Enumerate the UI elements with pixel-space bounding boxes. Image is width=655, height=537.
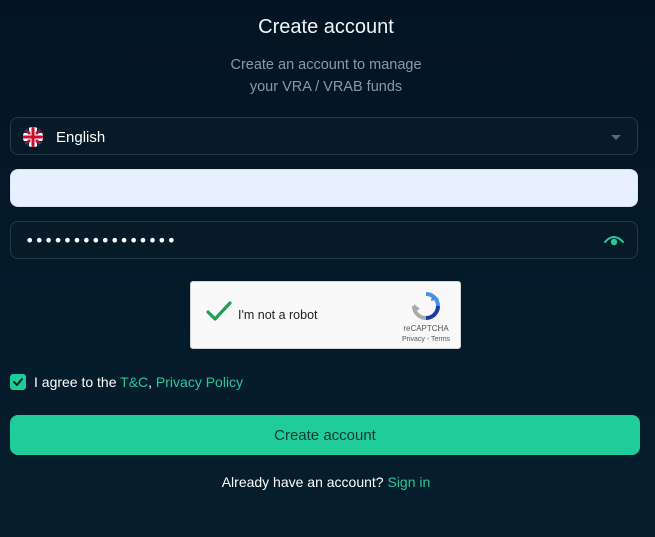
language-label: English bbox=[56, 129, 106, 146]
recaptcha-links[interactable]: Privacy - Terms bbox=[389, 336, 463, 343]
check-icon bbox=[13, 378, 23, 386]
language-select[interactable]: English bbox=[10, 117, 638, 155]
sign-in-link[interactable]: Sign in bbox=[387, 474, 430, 490]
create-account-page: Create account Create an account to mana… bbox=[0, 0, 655, 537]
signin-row: Already have an account? Sign in bbox=[0, 474, 652, 490]
page-title: Create account bbox=[258, 16, 394, 38]
create-account-button[interactable]: Create account bbox=[10, 415, 640, 455]
subtitle-line-1: Create an account to manage bbox=[230, 57, 422, 73]
chevron-down-icon bbox=[611, 135, 621, 140]
tc-link[interactable]: T&C bbox=[120, 374, 148, 390]
page-subtitle: Create an account to manage your VRA / V… bbox=[0, 54, 652, 98]
subtitle-line-2: your VRA / VRAB funds bbox=[249, 79, 403, 95]
email-input[interactable] bbox=[10, 169, 638, 207]
password-value: •••••••••••••••• bbox=[25, 231, 176, 250]
uk-flag-icon bbox=[23, 127, 43, 147]
recaptcha-label: I'm not a robot bbox=[238, 308, 318, 322]
eye-icon[interactable] bbox=[603, 232, 625, 250]
recaptcha-widget: I'm not a robot reCAPTCHA Privacy - Term… bbox=[190, 281, 461, 349]
recaptcha-brand: reCAPTCHA bbox=[403, 324, 449, 333]
agreement-text: I agree to the T&C, Privacy Policy bbox=[34, 374, 243, 390]
checkmark-icon[interactable] bbox=[205, 300, 233, 324]
password-field[interactable]: •••••••••••••••• bbox=[10, 221, 638, 259]
privacy-policy-link[interactable]: Privacy Policy bbox=[156, 374, 243, 390]
signin-prompt: Already have an account? bbox=[221, 474, 388, 490]
agree-checkbox[interactable] bbox=[10, 374, 26, 390]
agreement-prefix: I agree to the bbox=[34, 374, 121, 390]
agreement-separator: , bbox=[148, 374, 156, 390]
recaptcha-logo-icon bbox=[410, 290, 442, 322]
agreement-row: I agree to the T&C, Privacy Policy bbox=[10, 373, 243, 391]
